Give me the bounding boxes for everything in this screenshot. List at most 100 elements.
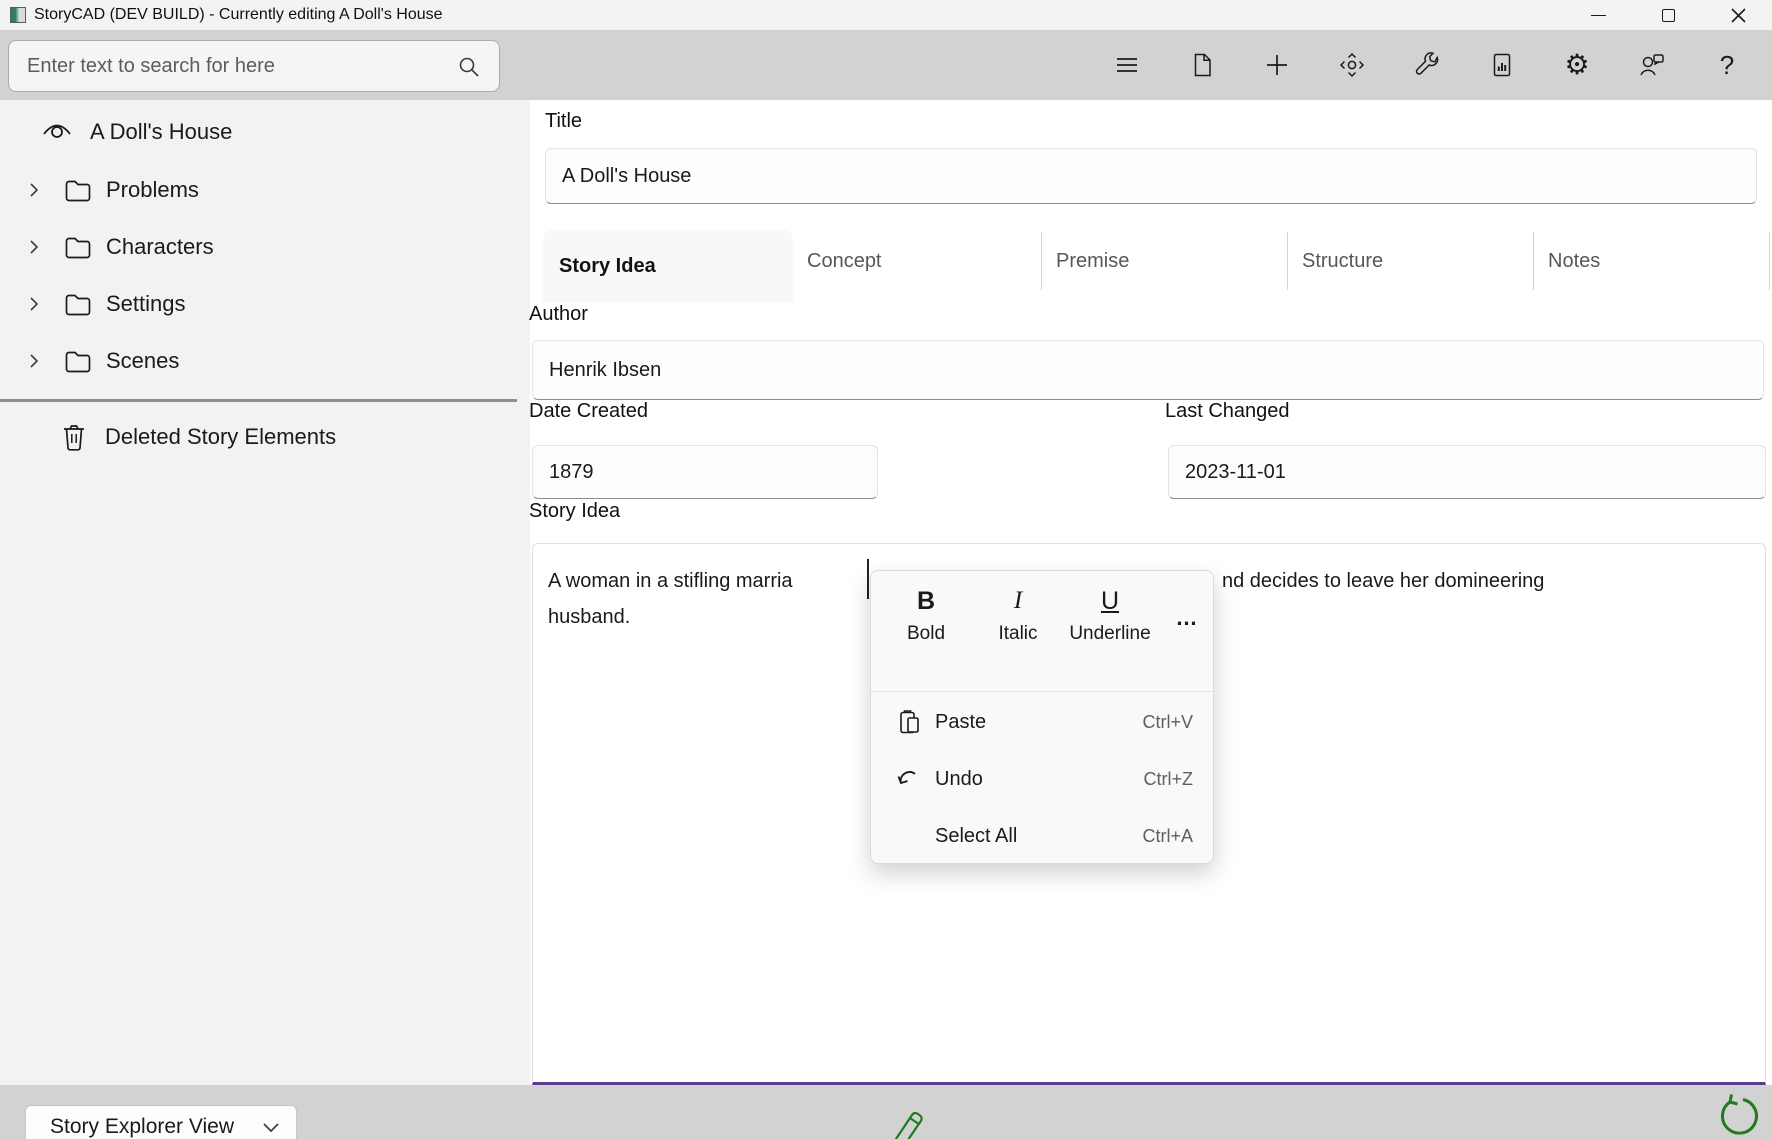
tab-label: Story Idea <box>543 255 656 278</box>
tree-item-problems[interactable]: Problems <box>0 165 517 215</box>
date-created-label: Date Created <box>529 400 648 423</box>
title-field <box>545 148 1757 204</box>
tab-label: Structure <box>1288 250 1383 273</box>
folder-icon <box>64 178 92 202</box>
title-label: Title <box>545 110 582 133</box>
author-label: Author <box>529 303 588 326</box>
menu-item-undo[interactable]: Undo Ctrl+Z <box>871 752 1215 806</box>
story-text-fragment: nd decides to leave her domineering <box>1222 563 1544 599</box>
date-created-field <box>532 445 878 499</box>
file-icon <box>1188 51 1216 79</box>
undo-circle-icon <box>1716 1093 1760 1137</box>
tab-premise[interactable]: Premise <box>1041 232 1287 290</box>
maximize-button[interactable] <box>1645 0 1691 30</box>
underline-button[interactable]: U Underline <box>1069 583 1151 647</box>
menu-item-shortcut: Ctrl+A <box>1142 826 1193 847</box>
question-icon: ? <box>1720 52 1734 78</box>
app-icon <box>10 7 26 23</box>
undo-icon <box>897 767 923 791</box>
italic-button[interactable]: I Italic <box>975 583 1061 647</box>
tab-concept[interactable]: Concept <box>793 232 1041 290</box>
move-icon <box>1338 51 1366 79</box>
revert-button[interactable] <box>1712 1092 1764 1138</box>
tools-button[interactable] <box>1404 42 1450 88</box>
tree-item-label: A Doll's House <box>90 119 232 145</box>
tree-item-story-overview[interactable]: A Doll's House <box>0 107 517 157</box>
bold-button[interactable]: B Bold <box>883 583 969 647</box>
underline-icon: U <box>1069 583 1151 621</box>
chevron-right-icon <box>26 182 42 198</box>
trash-icon <box>60 422 88 452</box>
add-button[interactable] <box>1254 42 1300 88</box>
paste-icon <box>898 709 922 735</box>
search-icon <box>457 55 481 79</box>
tree-item-settings[interactable]: Settings <box>0 279 517 329</box>
tab-story-idea[interactable]: Story Idea <box>543 230 793 302</box>
underline-label: Underline <box>1069 621 1151 647</box>
minimize-icon <box>1591 15 1606 16</box>
author-input[interactable] <box>533 341 1763 399</box>
chevron-right-icon <box>26 239 42 255</box>
storycad-window: StoryCAD (DEV BUILD) - Currently editing… <box>0 0 1772 1139</box>
tree-item-deleted-elements[interactable]: Deleted Story Elements <box>0 412 517 462</box>
person-feedback-icon <box>1637 50 1667 80</box>
new-file-button[interactable] <box>1179 42 1225 88</box>
more-formatting-button[interactable]: … <box>1167 605 1207 631</box>
last-changed-field <box>1168 445 1766 499</box>
story-text-line2: husband. <box>548 599 630 635</box>
date-created-input[interactable] <box>533 446 877 498</box>
menu-item-label: Undo <box>935 768 983 791</box>
folder-icon <box>64 349 92 373</box>
menu-item-shortcut: Ctrl+V <box>1142 712 1193 733</box>
view-selector-value: Story Explorer View <box>50 1115 234 1139</box>
menu-item-select-all[interactable]: Select All Ctrl+A <box>871 809 1215 863</box>
chevron-down-icon <box>262 1122 280 1134</box>
tree-item-scenes[interactable]: Scenes <box>0 336 517 386</box>
tab-notes[interactable]: Notes <box>1533 232 1770 290</box>
last-changed-input[interactable] <box>1169 446 1765 498</box>
tab-label: Concept <box>793 250 882 273</box>
move-button[interactable] <box>1329 42 1375 88</box>
maximize-icon <box>1662 9 1675 22</box>
menu-item-paste[interactable]: Paste Ctrl+V <box>871 695 1215 749</box>
author-field <box>532 340 1764 400</box>
close-icon <box>1730 7 1747 24</box>
hamburger-icon <box>1113 51 1141 79</box>
help-button[interactable]: ? <box>1704 42 1750 88</box>
italic-label: Italic <box>975 621 1061 647</box>
edit-flyout-button[interactable] <box>882 1102 934 1139</box>
bold-label: Bold <box>883 621 969 647</box>
close-button[interactable] <box>1715 0 1761 30</box>
wrench-icon <box>1413 51 1441 79</box>
tree-item-characters[interactable]: Characters <box>0 222 517 272</box>
italic-icon: I <box>975 583 1061 621</box>
tab-structure[interactable]: Structure <box>1287 232 1533 290</box>
search-input[interactable] <box>9 41 499 91</box>
title-input[interactable] <box>546 149 1756 203</box>
view-selector-combobox[interactable]: Story Explorer View <box>25 1105 297 1139</box>
reports-button[interactable] <box>1479 42 1525 88</box>
menu-divider <box>871 691 1213 692</box>
menu-item-shortcut: Ctrl+Z <box>1144 769 1194 790</box>
menu-button[interactable] <box>1104 42 1150 88</box>
report-chart-icon <box>1488 51 1516 79</box>
tree-item-label: Problems <box>106 177 199 203</box>
gear-icon: ⚙ <box>1564 51 1589 79</box>
last-changed-label: Last Changed <box>1165 400 1290 423</box>
folder-icon <box>64 292 92 316</box>
tree-item-label: Settings <box>106 291 186 317</box>
plus-icon <box>1263 51 1291 79</box>
pencil-icon <box>882 1103 934 1139</box>
chevron-right-icon <box>26 296 42 312</box>
minimize-button[interactable] <box>1575 0 1621 30</box>
tree-item-label: Deleted Story Elements <box>105 424 336 450</box>
tab-label: Notes <box>1534 250 1600 273</box>
sidebar-divider <box>0 399 517 402</box>
feedback-button[interactable] <box>1629 42 1675 88</box>
settings-button[interactable]: ⚙ <box>1554 42 1600 88</box>
tree-item-label: Characters <box>106 234 214 260</box>
eye-icon <box>40 119 74 145</box>
chevron-right-icon <box>26 353 42 369</box>
tree-item-label: Scenes <box>106 348 179 374</box>
menu-item-label: Paste <box>935 711 986 734</box>
